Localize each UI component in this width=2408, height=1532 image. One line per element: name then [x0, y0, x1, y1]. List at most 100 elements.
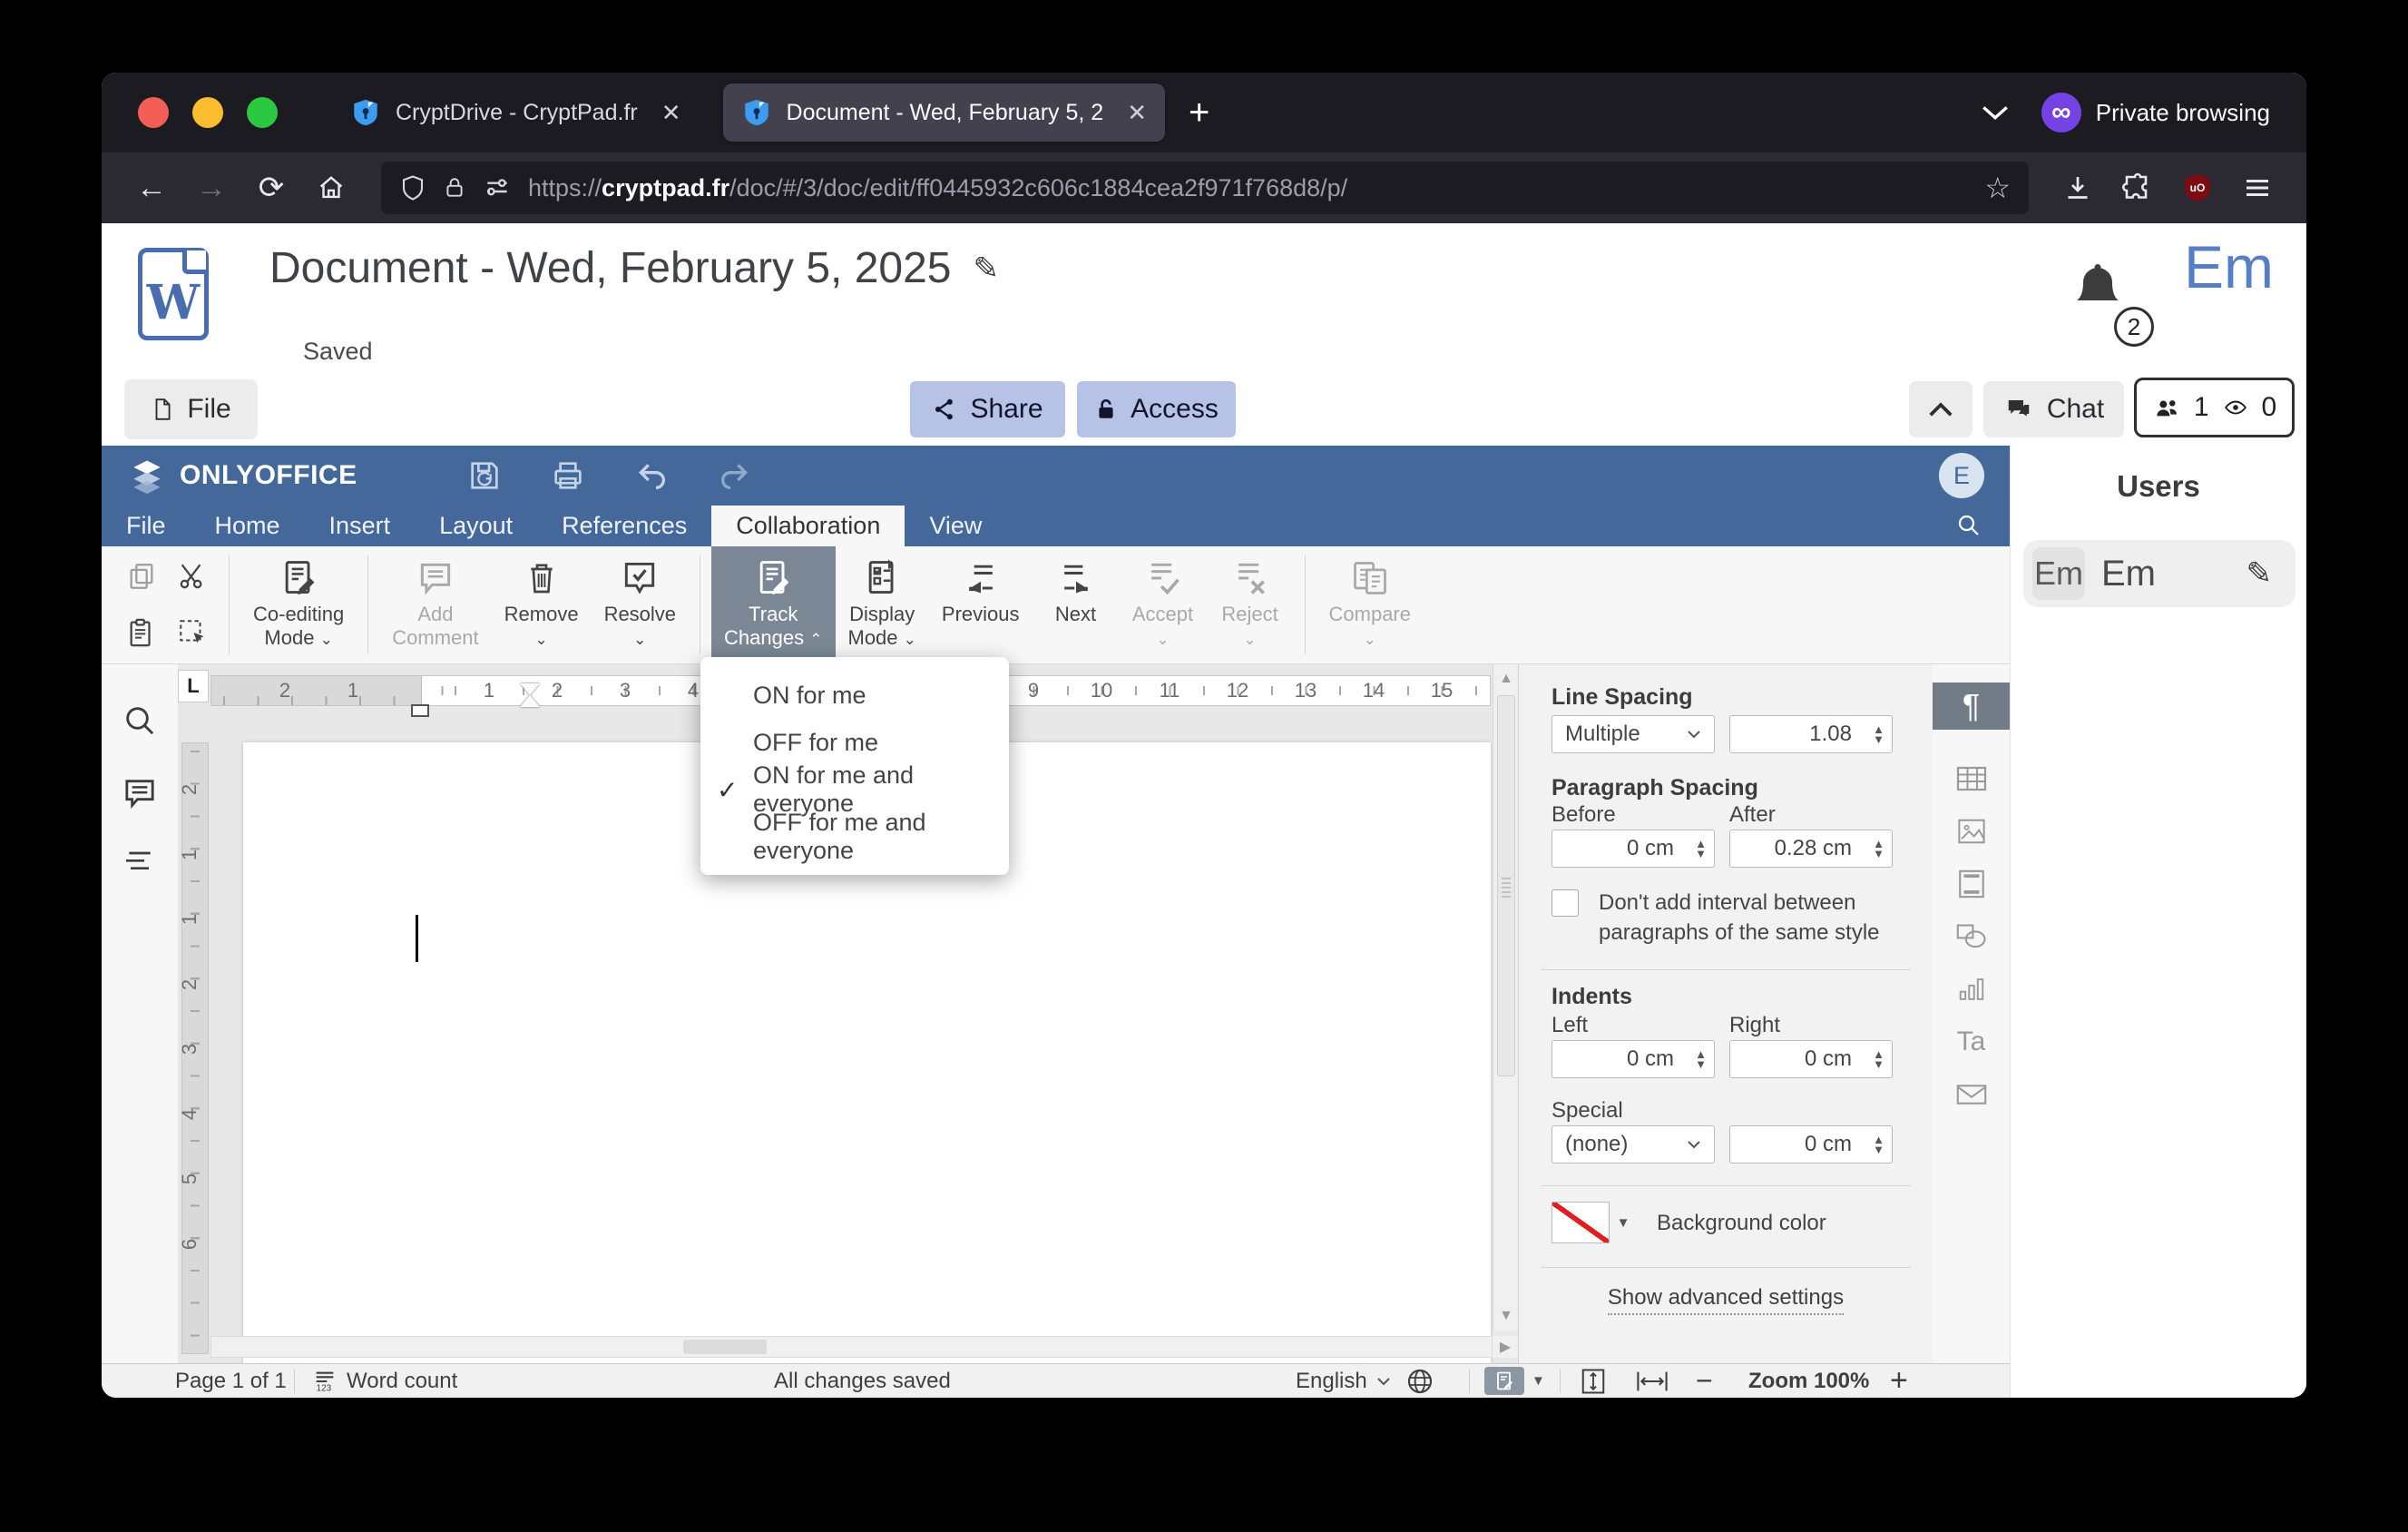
- table-settings-tab[interactable]: [1933, 755, 2010, 802]
- line-spacing-select[interactable]: Multiple: [1551, 715, 1715, 753]
- home-button[interactable]: [305, 162, 357, 214]
- downloads-icon[interactable]: [2061, 172, 2094, 204]
- spinner-arrows[interactable]: ▲ ▼: [1873, 1041, 1884, 1077]
- redo-icon[interactable]: [717, 457, 753, 494]
- spacing-before-input[interactable]: 0 cm ▲ ▼: [1551, 830, 1715, 868]
- back-button[interactable]: ←: [125, 162, 178, 214]
- spellcheck-language-button[interactable]: [1405, 1364, 1434, 1398]
- zoom-out-button[interactable]: −: [1696, 1364, 1713, 1398]
- mail-merge-settings-tab[interactable]: [1933, 1071, 2010, 1118]
- minimize-window-button[interactable]: [192, 97, 223, 128]
- fit-page-button[interactable]: [1581, 1364, 1606, 1398]
- track-status-chevron-icon[interactable]: ▼: [1532, 1364, 1545, 1398]
- previous-change-button[interactable]: Previous: [929, 546, 1033, 663]
- menu-tab-home[interactable]: Home: [191, 506, 305, 546]
- permissions-icon[interactable]: [483, 172, 512, 203]
- reject-change-button[interactable]: Reject ⌄: [1207, 546, 1294, 663]
- access-button[interactable]: Access: [1077, 381, 1236, 437]
- spinner-arrows[interactable]: ▲ ▼: [1695, 830, 1707, 867]
- indent-right-input[interactable]: 0 cm ▲ ▼: [1729, 1040, 1893, 1078]
- no-interval-checkbox[interactable]: [1551, 889, 1579, 917]
- document-title[interactable]: Document - Wed, February 5, 2025 ✎: [269, 243, 999, 293]
- word-count-button[interactable]: 123 Word count: [312, 1364, 458, 1398]
- coediting-mode-button[interactable]: Co-editing Mode ⌄: [240, 546, 357, 663]
- tab-cryptdrive[interactable]: CryptDrive - CryptPad.fr ✕: [332, 83, 700, 142]
- menu-tab-references[interactable]: References: [537, 506, 711, 546]
- v-ruler[interactable]: 2 1 1 2 3 4 5 6: [178, 742, 209, 1354]
- lock-icon[interactable]: [443, 172, 466, 203]
- print-icon[interactable]: [550, 457, 586, 494]
- page-indicator[interactable]: Page 1 of 1: [175, 1364, 287, 1398]
- shape-settings-tab[interactable]: [1933, 913, 2010, 960]
- resolve-comment-button[interactable]: Resolve ⌄: [592, 546, 689, 663]
- track-changes-status-button[interactable]: [1484, 1367, 1524, 1395]
- edit-name-pencil-icon[interactable]: ✎: [2246, 555, 2273, 592]
- track-changes-button[interactable]: Track Changes ⌃: [711, 546, 836, 663]
- tab-close-icon[interactable]: ✕: [661, 99, 681, 127]
- forward-button[interactable]: →: [185, 162, 238, 214]
- editor-user-avatar[interactable]: E: [1939, 453, 1984, 498]
- language-selector[interactable]: English: [1296, 1364, 1391, 1398]
- display-mode-button[interactable]: Display Mode ⌄: [836, 546, 929, 663]
- textart-settings-tab[interactable]: Ta: [1933, 1018, 2010, 1066]
- menu-tab-view[interactable]: View: [905, 506, 1006, 546]
- next-change-button[interactable]: Next: [1033, 546, 1120, 663]
- horizontal-scrollbar[interactable]: [210, 1336, 1493, 1358]
- left-indent-marker[interactable]: [411, 704, 429, 717]
- spinner-arrows[interactable]: ▲ ▼: [1873, 830, 1884, 867]
- special-select[interactable]: (none): [1551, 1125, 1715, 1164]
- dropdown-item-off-for-everyone[interactable]: OFF for me and everyone: [700, 809, 1009, 864]
- paragraph-settings-tab[interactable]: ¶: [1933, 683, 2010, 730]
- user-list-item[interactable]: Em Em ✎: [2023, 540, 2295, 607]
- extensions-icon[interactable]: [2121, 172, 2154, 204]
- indent-marker[interactable]: [520, 683, 540, 707]
- accept-change-button[interactable]: Accept ⌄: [1120, 546, 1207, 663]
- search-icon[interactable]: [1955, 512, 1982, 539]
- bookmark-star-icon[interactable]: ☆: [1984, 171, 2011, 205]
- copy-icon[interactable]: [126, 561, 157, 592]
- chart-settings-tab[interactable]: [1933, 966, 2010, 1013]
- tracking-shield-icon[interactable]: [399, 172, 426, 203]
- menu-hamburger-icon[interactable]: [2241, 172, 2274, 204]
- rename-pencil-icon[interactable]: ✎: [973, 250, 999, 287]
- menu-tab-insert[interactable]: Insert: [305, 506, 416, 546]
- file-button[interactable]: File: [124, 379, 258, 439]
- select-all-icon[interactable]: [177, 617, 208, 648]
- scroll-up-button[interactable]: ▲: [1496, 668, 1516, 690]
- reload-button[interactable]: ⟳: [245, 162, 298, 214]
- fit-width-button[interactable]: [1634, 1364, 1670, 1398]
- tab-close-icon[interactable]: ✕: [1127, 99, 1147, 127]
- presence-indicator[interactable]: 1 0: [2134, 378, 2295, 437]
- dropdown-item-off-for-me[interactable]: OFF for me: [700, 719, 1009, 766]
- tab-document[interactable]: Document - Wed, February 5, 2 ✕: [722, 83, 1165, 142]
- menu-tab-collaboration[interactable]: Collaboration: [711, 506, 905, 546]
- find-icon[interactable]: [122, 702, 158, 739]
- special-amount-input[interactable]: 0 cm ▲ ▼: [1729, 1125, 1893, 1164]
- scroll-down-button[interactable]: ▼: [1496, 1305, 1516, 1327]
- show-advanced-settings-link[interactable]: Show advanced settings: [1519, 1285, 1933, 1315]
- save-icon[interactable]: [466, 457, 503, 494]
- collapse-toolbar-button[interactable]: [1909, 381, 1972, 437]
- tab-stop-selector[interactable]: L: [178, 670, 209, 702]
- navigation-panel-icon[interactable]: [122, 846, 158, 879]
- headers-footers-settings-tab[interactable]: [1933, 860, 2010, 908]
- list-tabs-chevron-icon[interactable]: [1980, 103, 2011, 122]
- vertical-scroll-thumb[interactable]: [1497, 695, 1515, 1076]
- zoom-in-button[interactable]: +: [1890, 1363, 1908, 1398]
- url-bar[interactable]: https://cryptpad.fr/doc/#/3/doc/edit/ff0…: [381, 162, 2029, 214]
- add-comment-button[interactable]: Add Comment: [379, 546, 491, 663]
- vertical-scrollbar[interactable]: ▲ ▼: [1493, 664, 1518, 1331]
- menu-tab-file[interactable]: File: [102, 506, 191, 546]
- chat-button[interactable]: Chat: [1983, 381, 2124, 437]
- spinner-arrows[interactable]: ▲ ▼: [1873, 1126, 1884, 1163]
- undo-icon[interactable]: [633, 457, 670, 494]
- paste-icon[interactable]: [126, 617, 157, 648]
- spinner-arrows[interactable]: ▲ ▼: [1873, 716, 1884, 752]
- indent-left-input[interactable]: 0 cm ▲ ▼: [1551, 1040, 1715, 1078]
- cut-icon[interactable]: [177, 561, 208, 592]
- share-button[interactable]: Share: [910, 381, 1065, 437]
- horizontal-scroll-thumb[interactable]: [683, 1340, 767, 1354]
- scroll-right-button[interactable]: ▶: [1493, 1336, 1518, 1358]
- line-spacing-value-input[interactable]: 1.08 ▲ ▼: [1729, 715, 1893, 753]
- compare-button[interactable]: Compare ⌄: [1317, 546, 1424, 663]
